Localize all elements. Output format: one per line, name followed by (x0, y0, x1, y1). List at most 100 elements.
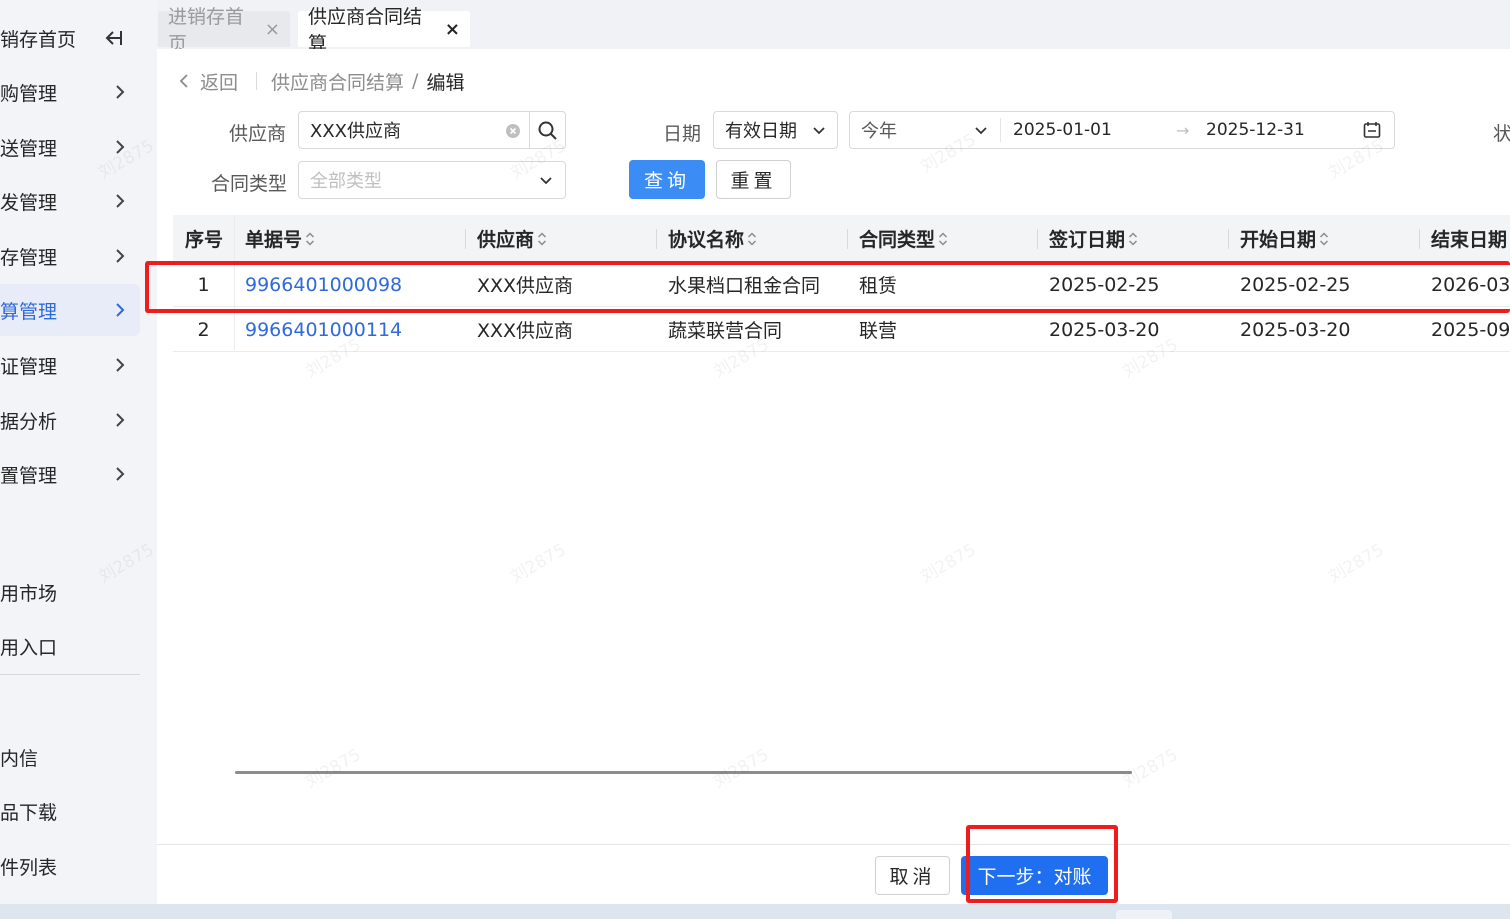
sidebar-item-label: 用入口 (0, 636, 58, 659)
row-start-date: 2025-03-20 (1240, 318, 1351, 341)
sidebar-item-label: 销存首页 (0, 28, 77, 51)
calendar-icon[interactable] (1362, 120, 1382, 145)
sidebar-item-file-list[interactable]: 件列表 (0, 840, 140, 892)
cancel-button[interactable]: 取消 (875, 856, 950, 895)
sidebar-item-home[interactable]: 销存首页 (0, 12, 140, 64)
query-button[interactable]: 查询 (629, 160, 705, 199)
column-header-end-date[interactable]: 结束日期 (1431, 215, 1507, 262)
sort-icon[interactable] (1127, 230, 1139, 248)
column-label: 序号 (185, 229, 224, 251)
column-label: 结束日期 (1431, 229, 1508, 251)
sidebar-item-label: 发管理 (0, 191, 58, 214)
sort-icon[interactable] (304, 230, 316, 248)
date-preset-value[interactable]: 今年 (850, 117, 897, 143)
back-button[interactable]: 返回 (177, 68, 238, 95)
sidebar-item-inventory[interactable]: 存管理 (0, 230, 140, 282)
close-icon[interactable]: × (445, 19, 460, 40)
date-end-input[interactable]: 2025-12-31 (1206, 120, 1305, 140)
watermark: 刘2875 (710, 744, 773, 793)
bottom-handle (1116, 910, 1172, 919)
date-range-arrow: → (1176, 121, 1190, 140)
column-divider (1228, 229, 1229, 249)
sidebar-item-settings[interactable]: 置管理 (0, 448, 140, 500)
horizontal-scrollbar[interactable] (235, 771, 1132, 774)
status-label: 状 (1493, 123, 1510, 145)
sidebar-item-delivery[interactable]: 送管理 (0, 121, 140, 173)
chevron-left-icon (179, 74, 188, 88)
sidebar-item-wholesale[interactable]: 发管理 (0, 175, 140, 227)
annotation-highlight-row (145, 261, 1510, 313)
date-divider (1000, 118, 1001, 142)
chevron-down-icon[interactable] (972, 121, 990, 144)
sidebar-divider (0, 674, 140, 675)
column-divider (465, 229, 466, 249)
sort-icon[interactable] (937, 230, 949, 248)
reset-button[interactable]: 重置 (716, 160, 791, 199)
column-header-contract-type[interactable]: 合同类型 (859, 215, 949, 262)
tab-label: 进销存首页 (168, 6, 245, 55)
breadcrumb-divider (256, 72, 258, 90)
footer-bar: 取消 下一步：对账 (157, 844, 1510, 904)
doc-no-link[interactable]: 9966401000114 (245, 307, 402, 352)
date-range-picker[interactable]: 今年 2025-01-01 → 2025-12-31 (849, 111, 1395, 149)
sidebar-item-label: 据分析 (0, 410, 58, 433)
row-sign-date: 2025-03-20 (1049, 318, 1160, 341)
sidebar-item-app-entry[interactable]: 用入口 (0, 620, 140, 672)
contract-type-select[interactable]: 全部类型 (298, 161, 566, 199)
sort-icon[interactable] (1318, 230, 1330, 248)
sidebar-item-downloads[interactable]: 品下载 (0, 785, 140, 837)
column-header-sign-date[interactable]: 签订日期 (1049, 215, 1139, 262)
main-content: 返回 供应商合同结算 / 编辑 供应商 XXX供应商 日期 有效日期 今年 20… (95, 49, 1510, 844)
date-type-select[interactable]: 有效日期 (713, 111, 838, 149)
column-header-agreement[interactable]: 协议名称 (668, 215, 758, 262)
column-header-doc-no[interactable]: 单据号 (245, 215, 316, 262)
search-icon[interactable] (537, 120, 558, 146)
tab-label: 供应商合同结算 (308, 6, 423, 55)
column-divider (656, 229, 657, 249)
supplier-input[interactable]: XXX供应商 (298, 111, 566, 149)
column-label: 协议名称 (668, 229, 745, 251)
column-header-supplier[interactable]: 供应商 (477, 215, 548, 262)
watermark: 刘2875 (1119, 744, 1182, 793)
sort-icon[interactable] (536, 230, 548, 248)
chevron-right-icon (110, 189, 130, 213)
chevron-right-icon (110, 353, 130, 377)
clear-icon[interactable] (505, 123, 521, 144)
column-label: 开始日期 (1240, 229, 1317, 251)
chevron-down-icon (537, 171, 555, 194)
sort-icon[interactable] (746, 230, 758, 248)
back-label: 返回 (200, 71, 239, 94)
close-icon[interactable]: × (265, 19, 280, 40)
chevron-right-icon (110, 244, 130, 268)
supplier-input-value: XXX供应商 (310, 121, 401, 142)
row-contract-type: 联营 (859, 320, 898, 342)
input-divider (529, 112, 530, 148)
column-divider (1419, 229, 1420, 249)
watermark: 刘2875 (302, 744, 365, 793)
sidebar-item-messages[interactable]: 内信 (0, 731, 140, 783)
sidebar-item-settlement[interactable]: 算管理 (0, 284, 140, 336)
date-start-input[interactable]: 2025-01-01 (1013, 120, 1112, 140)
sidebar-item-label: 购管理 (0, 82, 58, 105)
column-divider (1037, 229, 1038, 249)
tab-bar: 进销存首页 × 供应商合同结算 × (157, 0, 1510, 55)
table-header: 序号 单据号 供应商 协议名称 合同类型 签订日期 开始日期 结束日期 (173, 215, 1510, 262)
column-header-start-date[interactable]: 开始日期 (1240, 215, 1330, 262)
sidebar-item-analytics[interactable]: 据分析 (0, 394, 140, 446)
tab-supplier-contract-settlement[interactable]: 供应商合同结算 × (298, 6, 470, 55)
chevron-down-icon (810, 121, 828, 144)
table-row[interactable]: 2 9966401000114 XXX供应商 蔬菜联营合同 联营 2025-03… (173, 307, 1510, 352)
column-label: 签订日期 (1049, 229, 1126, 251)
breadcrumb-parent[interactable]: 供应商合同结算 (271, 68, 404, 95)
sidebar-item-label: 存管理 (0, 246, 58, 269)
tab-home[interactable]: 进销存首页 × (158, 6, 290, 55)
contract-type-placeholder: 全部类型 (310, 171, 382, 192)
column-label: 供应商 (477, 229, 535, 251)
sidebar-item-label: 置管理 (0, 464, 58, 487)
sidebar-item-app-market[interactable]: 用市场 (0, 566, 140, 618)
column-label: 合同类型 (859, 229, 936, 251)
sidebar-item-voucher[interactable]: 证管理 (0, 339, 140, 391)
sidebar-item-purchase[interactable]: 购管理 (0, 66, 140, 118)
sidebar-item-label: 用市场 (0, 582, 58, 605)
annotation-highlight-next-button (966, 825, 1118, 903)
